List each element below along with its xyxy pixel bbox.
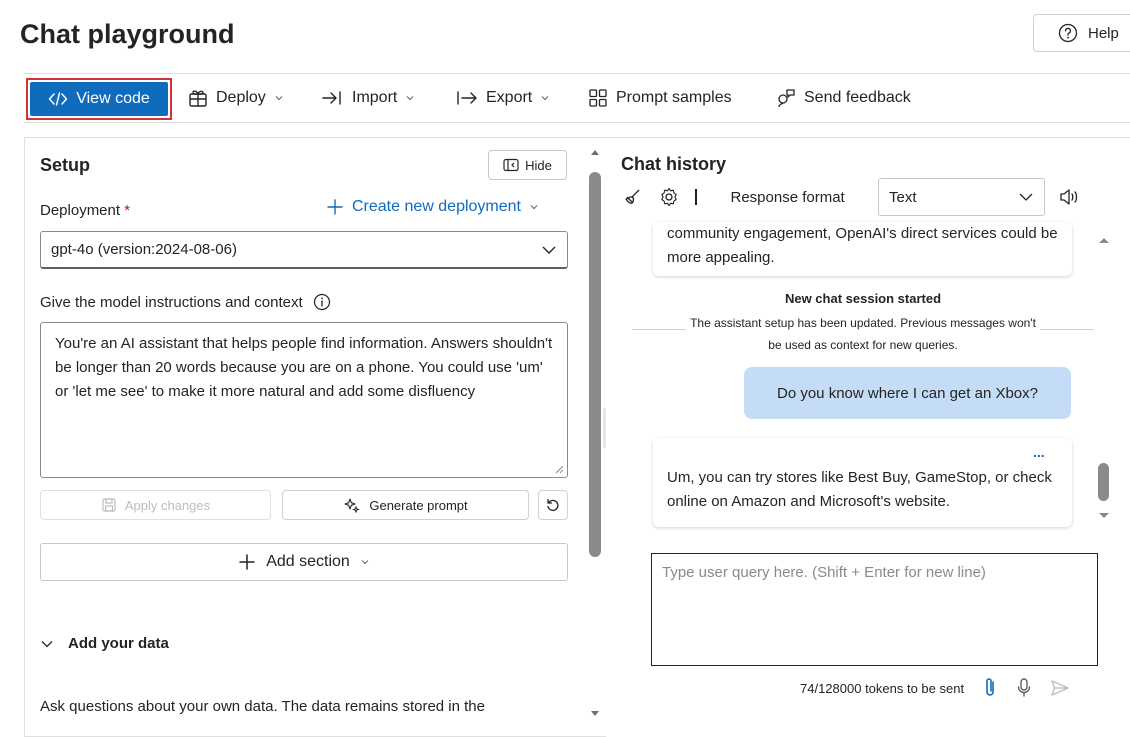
instructions-textarea[interactable]: You're an AI assistant that helps people… [40,322,568,478]
settings-icon[interactable] [659,187,679,207]
reset-icon [545,497,561,513]
instructions-label: Give the model instructions and context [40,293,331,311]
import-icon [322,89,344,107]
chevron-down-icon [405,93,415,103]
attach-icon[interactable] [982,677,998,699]
add-section-label: Add section [266,553,350,570]
session-note-line2: be used as context for new queries. [768,338,958,352]
instructions-label-text: Give the model instructions and context [40,293,303,311]
grid-icon [588,88,608,108]
deployment-select[interactable]: gpt-4o (version:2024-08-06) [40,231,568,269]
chevron-down-icon [540,93,550,103]
chevron-down-icon [360,557,370,567]
save-icon [101,497,117,513]
send-feedback-button[interactable]: Send feedback [776,74,911,122]
chat-toolbar: Response format [623,180,845,214]
deployment-label: Deployment * [40,202,130,219]
deployment-label-text: Deployment [40,202,121,219]
hide-label: Hide [525,157,552,173]
create-new-deployment-link[interactable]: Create new deployment [326,198,539,216]
info-icon[interactable] [313,293,331,311]
view-code-button[interactable]: View code [30,82,168,116]
apply-changes-label: Apply changes [124,497,211,513]
help-button[interactable]: Help [1033,14,1130,52]
assistant-message: ... Um, you can try stores like Best Buy… [653,438,1072,527]
scroll-up-arrow-icon[interactable] [1097,235,1111,245]
feedback-icon [776,88,796,108]
user-query-input[interactable]: Type user query here. (Shift + Enter for… [651,553,1098,666]
resize-handle-icon[interactable] [554,464,564,474]
help-label: Help [1088,24,1119,42]
user-message-text: Do you know where I can get an Xbox? [777,384,1038,402]
chevron-down-icon [541,245,557,255]
plus-icon [238,553,256,571]
panel-collapse-icon [503,158,519,172]
import-menu[interactable]: Import [322,74,415,122]
session-divider: New chat session started The assistant s… [632,290,1094,355]
deploy-icon [188,88,208,108]
scroll-thumb[interactable] [589,172,601,557]
data-description: Ask questions about your own data. The d… [40,698,485,715]
add-your-data-label: Add your data [68,635,169,652]
user-message: Do you know where I can get an Xbox? [744,367,1071,419]
response-format-value: Text [889,188,917,206]
page-title: Chat playground [20,19,235,49]
import-label: Import [352,89,398,106]
scroll-down-arrow-icon[interactable] [589,709,601,719]
chevron-down-icon [1018,192,1034,202]
scroll-up-arrow-icon[interactable] [589,147,601,157]
instructions-text: You're an AI assistant that helps people… [55,335,553,400]
add-your-data-toggle[interactable]: Add your data [40,635,169,652]
chat-input-footer: 74/128000 tokens to be sent [800,677,1070,699]
chevron-down-icon [274,93,284,103]
prompt-samples-button[interactable]: Prompt samples [588,74,732,122]
scroll-thumb[interactable] [1098,463,1109,501]
chat-history-title: Chat history [621,154,727,174]
response-format-select[interactable]: Text [878,178,1045,216]
export-label: Export [486,89,533,106]
deploy-label: Deploy [216,89,266,106]
chevron-down-icon [529,202,539,212]
hide-setup-button[interactable]: Hide [488,150,567,180]
apply-changes-button[interactable]: Apply changes [40,490,271,520]
chevron-down-icon [40,639,54,649]
assistant-message-text: Um, you can try stores like Best Buy, Ga… [667,469,1052,510]
send-feedback-label: Send feedback [804,89,911,106]
deploy-menu[interactable]: Deploy [188,74,284,122]
view-code-label: View code [76,90,150,107]
session-note-line1: The assistant setup has been updated. Pr… [686,316,1040,330]
chat-scrollbar[interactable] [1096,235,1112,525]
generate-prompt-button[interactable]: Generate prompt [282,490,529,520]
deployment-value: gpt-4o (version:2024-08-06) [51,241,237,258]
toolbar: View code Deploy Import Export Prompt sa… [24,73,1130,123]
response-format-label: Response format [730,188,845,206]
plus-icon [326,198,344,216]
more-options-icon[interactable]: ... [1033,440,1045,464]
clear-chat-icon[interactable] [623,187,643,207]
assistant-message: community engagement, OpenAI's direct se… [653,222,1072,276]
create-new-deployment-label: Create new deployment [352,198,521,215]
token-count: 74/128000 tokens to be sent [800,680,965,696]
session-title: New chat session started [784,291,942,306]
toolbar-divider [695,189,697,205]
session-note: The assistant setup has been updated. Pr… [632,311,1094,335]
microphone-icon[interactable] [1016,677,1032,699]
export-menu[interactable]: Export [456,74,550,122]
send-icon[interactable] [1050,678,1070,698]
setup-title: Setup [40,155,91,175]
help-icon [1058,23,1078,43]
code-icon [48,91,68,107]
generate-prompt-label: Generate prompt [369,497,468,513]
speaker-icon[interactable] [1058,187,1080,207]
reset-button[interactable] [538,490,568,520]
required-mark: * [124,202,131,219]
prompt-samples-label: Prompt samples [616,89,732,106]
export-icon [456,89,478,107]
assistant-message-text: community engagement, OpenAI's direct se… [667,225,1058,266]
query-placeholder: Type user query here. (Shift + Enter for… [662,564,986,581]
scroll-down-arrow-icon[interactable] [1097,511,1111,521]
add-section-button[interactable]: Add section [40,543,568,581]
sparkle-icon [343,497,361,513]
setup-scrollbar[interactable] [589,147,601,722]
